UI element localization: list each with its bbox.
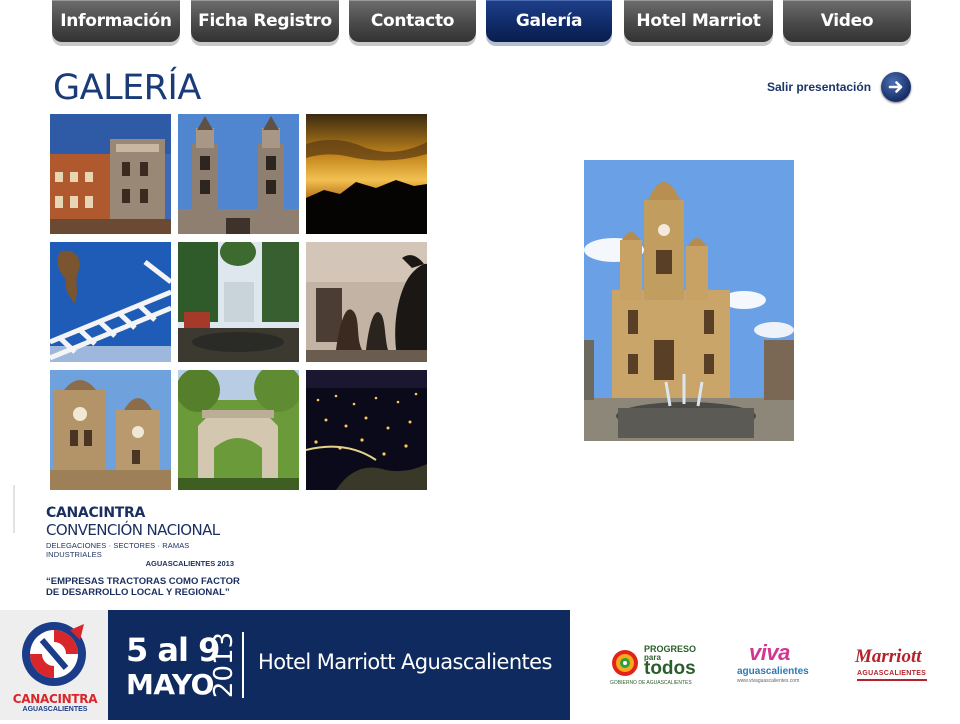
slogan-line-2: DE DESARROLLO LOCAL Y REGIONAL” bbox=[46, 587, 230, 598]
selected-gallery-photo bbox=[584, 160, 794, 441]
tab-video[interactable]: Video bbox=[783, 0, 911, 42]
tab-contacto[interactable]: Contacto bbox=[349, 0, 476, 42]
marriott-text: Marriott bbox=[855, 646, 922, 667]
event-venue: Hotel Marriott Aguascalientes bbox=[258, 650, 552, 674]
gallery-thumbnail[interactable] bbox=[306, 370, 427, 490]
gallery-thumbnail[interactable] bbox=[178, 242, 299, 362]
viva-aguascalientes-logo: viva aguascalientes www.vivaguascaliente… bbox=[735, 640, 815, 688]
viva-url: www.vivaguascalientes.com bbox=[737, 678, 800, 684]
convention-org: CANACINTRA bbox=[46, 505, 146, 521]
convention-name: CONVENCIÓN NACIONAL bbox=[46, 521, 220, 539]
tab-informacion[interactable]: Información bbox=[52, 0, 180, 42]
gallery-thumbnail[interactable] bbox=[50, 114, 171, 234]
marriott-subtitle: AGUASCALIENTES bbox=[857, 670, 927, 677]
exit-presentation-label: Salir presentación bbox=[767, 80, 872, 94]
page-title: GALERÍA bbox=[53, 68, 201, 108]
slogan-line-1: “EMPRESAS TRACTORAS COMO FACTOR bbox=[46, 576, 240, 587]
tab-galeria[interactable]: Galería bbox=[486, 0, 612, 42]
viva-subtitle: aguascalientes bbox=[737, 666, 809, 677]
gobierno-aguascalientes-logo: PROGRESO para todos GOBIERNO DE AGUASCAL… bbox=[610, 644, 700, 688]
viva-text: viva bbox=[749, 640, 790, 665]
stone-arch-park-photo bbox=[178, 370, 299, 490]
canacintra-logo: CANACINTRA AGUASCALIENTES bbox=[0, 610, 108, 720]
convention-sectors: DELEGACIONES · SECTORES · RAMAS INDUSTRI… bbox=[46, 541, 190, 559]
progress-swirl-icon bbox=[612, 650, 638, 676]
gov-line-3: todos bbox=[644, 658, 696, 679]
bronze-sculptures-photo bbox=[306, 242, 427, 362]
building-tower-photo bbox=[50, 114, 171, 234]
convention-place-year: AGUASCALIENTES 2013 bbox=[145, 559, 234, 568]
cathedral-towers-photo bbox=[178, 114, 299, 234]
cathedral-fountain-photo bbox=[584, 160, 794, 441]
marriott-logo: Marriott AGUASCALIENTES bbox=[853, 646, 933, 686]
gov-caption: GOBIERNO DE AGUASCALIENTES bbox=[610, 680, 692, 686]
sponsor-logos: PROGRESO para todos GOBIERNO DE AGUASCAL… bbox=[570, 610, 960, 720]
gallery-thumbnail[interactable] bbox=[178, 114, 299, 234]
footer-org-city: AGUASCALIENTES bbox=[22, 706, 88, 713]
sunset-mountains-photo bbox=[306, 114, 427, 234]
gallery-thumbnail[interactable] bbox=[178, 370, 299, 490]
tab-ficha-registro[interactable]: Ficha Registro bbox=[191, 0, 339, 42]
gallery-thumbnail[interactable] bbox=[50, 242, 171, 362]
sculpture-sky-photo bbox=[50, 242, 171, 362]
marriott-underline bbox=[857, 679, 927, 681]
exit-presentation-link[interactable]: Salir presentación bbox=[767, 72, 912, 102]
cathedral-closeup-photo bbox=[50, 370, 171, 490]
gallery-thumbnail[interactable] bbox=[50, 370, 171, 490]
event-date-band: 5 al 9 MAYO 2013 Hotel Marriott Aguascal… bbox=[108, 610, 570, 720]
footer-org-name: CANACINTRA bbox=[12, 692, 98, 706]
city-night-photo bbox=[306, 370, 427, 490]
event-year: 2013 bbox=[209, 631, 240, 699]
convention-logo: CANACINTRA CONVENCIÓN NACIONAL DELEGACIO… bbox=[46, 505, 246, 598]
plaza-garden-photo bbox=[178, 242, 299, 362]
arrow-right-circle-icon[interactable] bbox=[881, 72, 912, 102]
event-month: MAYO bbox=[126, 668, 214, 701]
band-separator bbox=[242, 632, 244, 698]
gallery-thumbnail[interactable] bbox=[306, 242, 427, 362]
footer-banner: CANACINTRA AGUASCALIENTES 5 al 9 MAYO 20… bbox=[0, 610, 960, 720]
convention-slogan: “EMPRESAS TRACTORAS COMO FACTOR DE DESAR… bbox=[46, 576, 246, 598]
gallery-thumbnail[interactable] bbox=[306, 114, 427, 234]
tab-hotel-marriot[interactable]: Hotel Marriot bbox=[624, 0, 773, 42]
left-divider bbox=[13, 485, 15, 533]
event-year-box: 2013 bbox=[205, 632, 241, 698]
